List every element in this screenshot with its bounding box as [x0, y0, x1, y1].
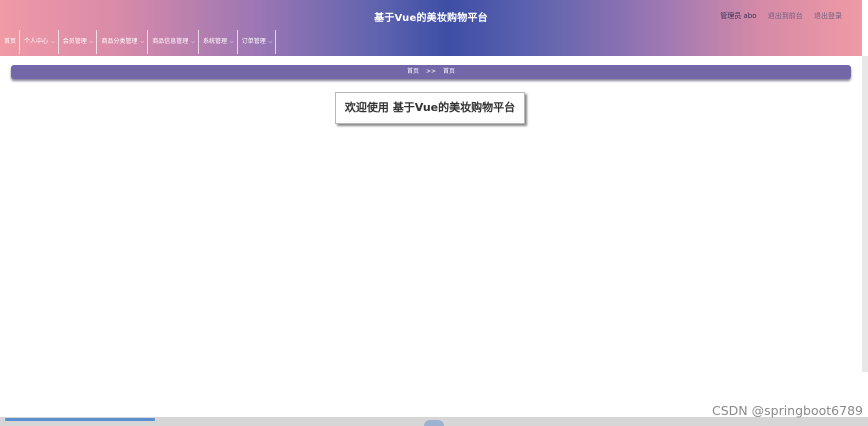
vertical-scrollbar[interactable] [862, 56, 868, 372]
nav-item-label: 商品信息管理 [152, 38, 189, 45]
nav-item-system-management[interactable]: 系统管理 ⌵ [199, 30, 238, 54]
nav-item-order-management[interactable]: 订单管理 ⌵ [238, 30, 277, 54]
horizontal-scrollbar[interactable] [0, 417, 868, 426]
breadcrumb-root[interactable]: 首页 [407, 68, 419, 75]
chevron-down-icon: ⌵ [191, 39, 195, 45]
user-label: 管理员 abo [720, 12, 757, 20]
nav-item-home[interactable]: 首页 [0, 30, 21, 54]
chevron-down-icon: ⌵ [89, 39, 94, 45]
nav-item-product-management[interactable]: 商品信息管理 ⌵ [148, 30, 199, 54]
chevron-down-icon: ⌵ [268, 39, 273, 45]
nav-item-label: 订单管理 [241, 38, 266, 45]
nav-item-label: 系统管理 [202, 38, 227, 45]
nav-item-label: 会员管理 [62, 38, 87, 45]
welcome-banner: 欢迎使用 基于Vue的美妆购物平台 [335, 92, 525, 124]
nav-item-category-management[interactable]: 商品分类管理 ⌵ [97, 30, 149, 54]
nav-item-label: 个人中心 [24, 38, 49, 45]
user-area: 管理员 abo 退出到前台 退出登录 [711, 11, 842, 21]
breadcrumb-separator: >> [425, 68, 437, 75]
back-to-front-link[interactable]: 退出到前台 [768, 12, 803, 20]
logout-link[interactable]: 退出登录 [814, 12, 842, 20]
chevron-down-icon: ⌵ [50, 39, 55, 45]
nav-item-member-management[interactable]: 会员管理 ⌵ [59, 30, 98, 54]
header-bar: 基于Vue的美妆购物平台 管理员 abo 退出到前台 退出登录 首页 个人中心 … [0, 0, 862, 56]
nav-item-label: 商品分类管理 [101, 38, 138, 45]
watermark: CSDN @springboot6789 [712, 403, 863, 418]
breadcrumb-current: 首页 [442, 68, 455, 75]
breadcrumb: 首页 >> 首页 [11, 65, 851, 79]
chevron-down-icon: ⌵ [229, 39, 234, 45]
nav-menu: 首页 个人中心 ⌵ 会员管理 ⌵ 商品分类管理 ⌵ 商品信息管理 ⌵ 系统管理 … [0, 30, 277, 54]
scrollbar-thumb[interactable] [5, 418, 155, 421]
chevron-down-icon: ⌵ [140, 39, 145, 45]
admin-page: 基于Vue的美妆购物平台 管理员 abo 退出到前台 退出登录 首页 个人中心 … [0, 0, 868, 426]
nav-item-personal-center[interactable]: 个人中心 ⌵ [20, 30, 59, 54]
nav-item-label: 首页 [4, 38, 17, 45]
scrollbar-knob[interactable] [424, 420, 444, 426]
